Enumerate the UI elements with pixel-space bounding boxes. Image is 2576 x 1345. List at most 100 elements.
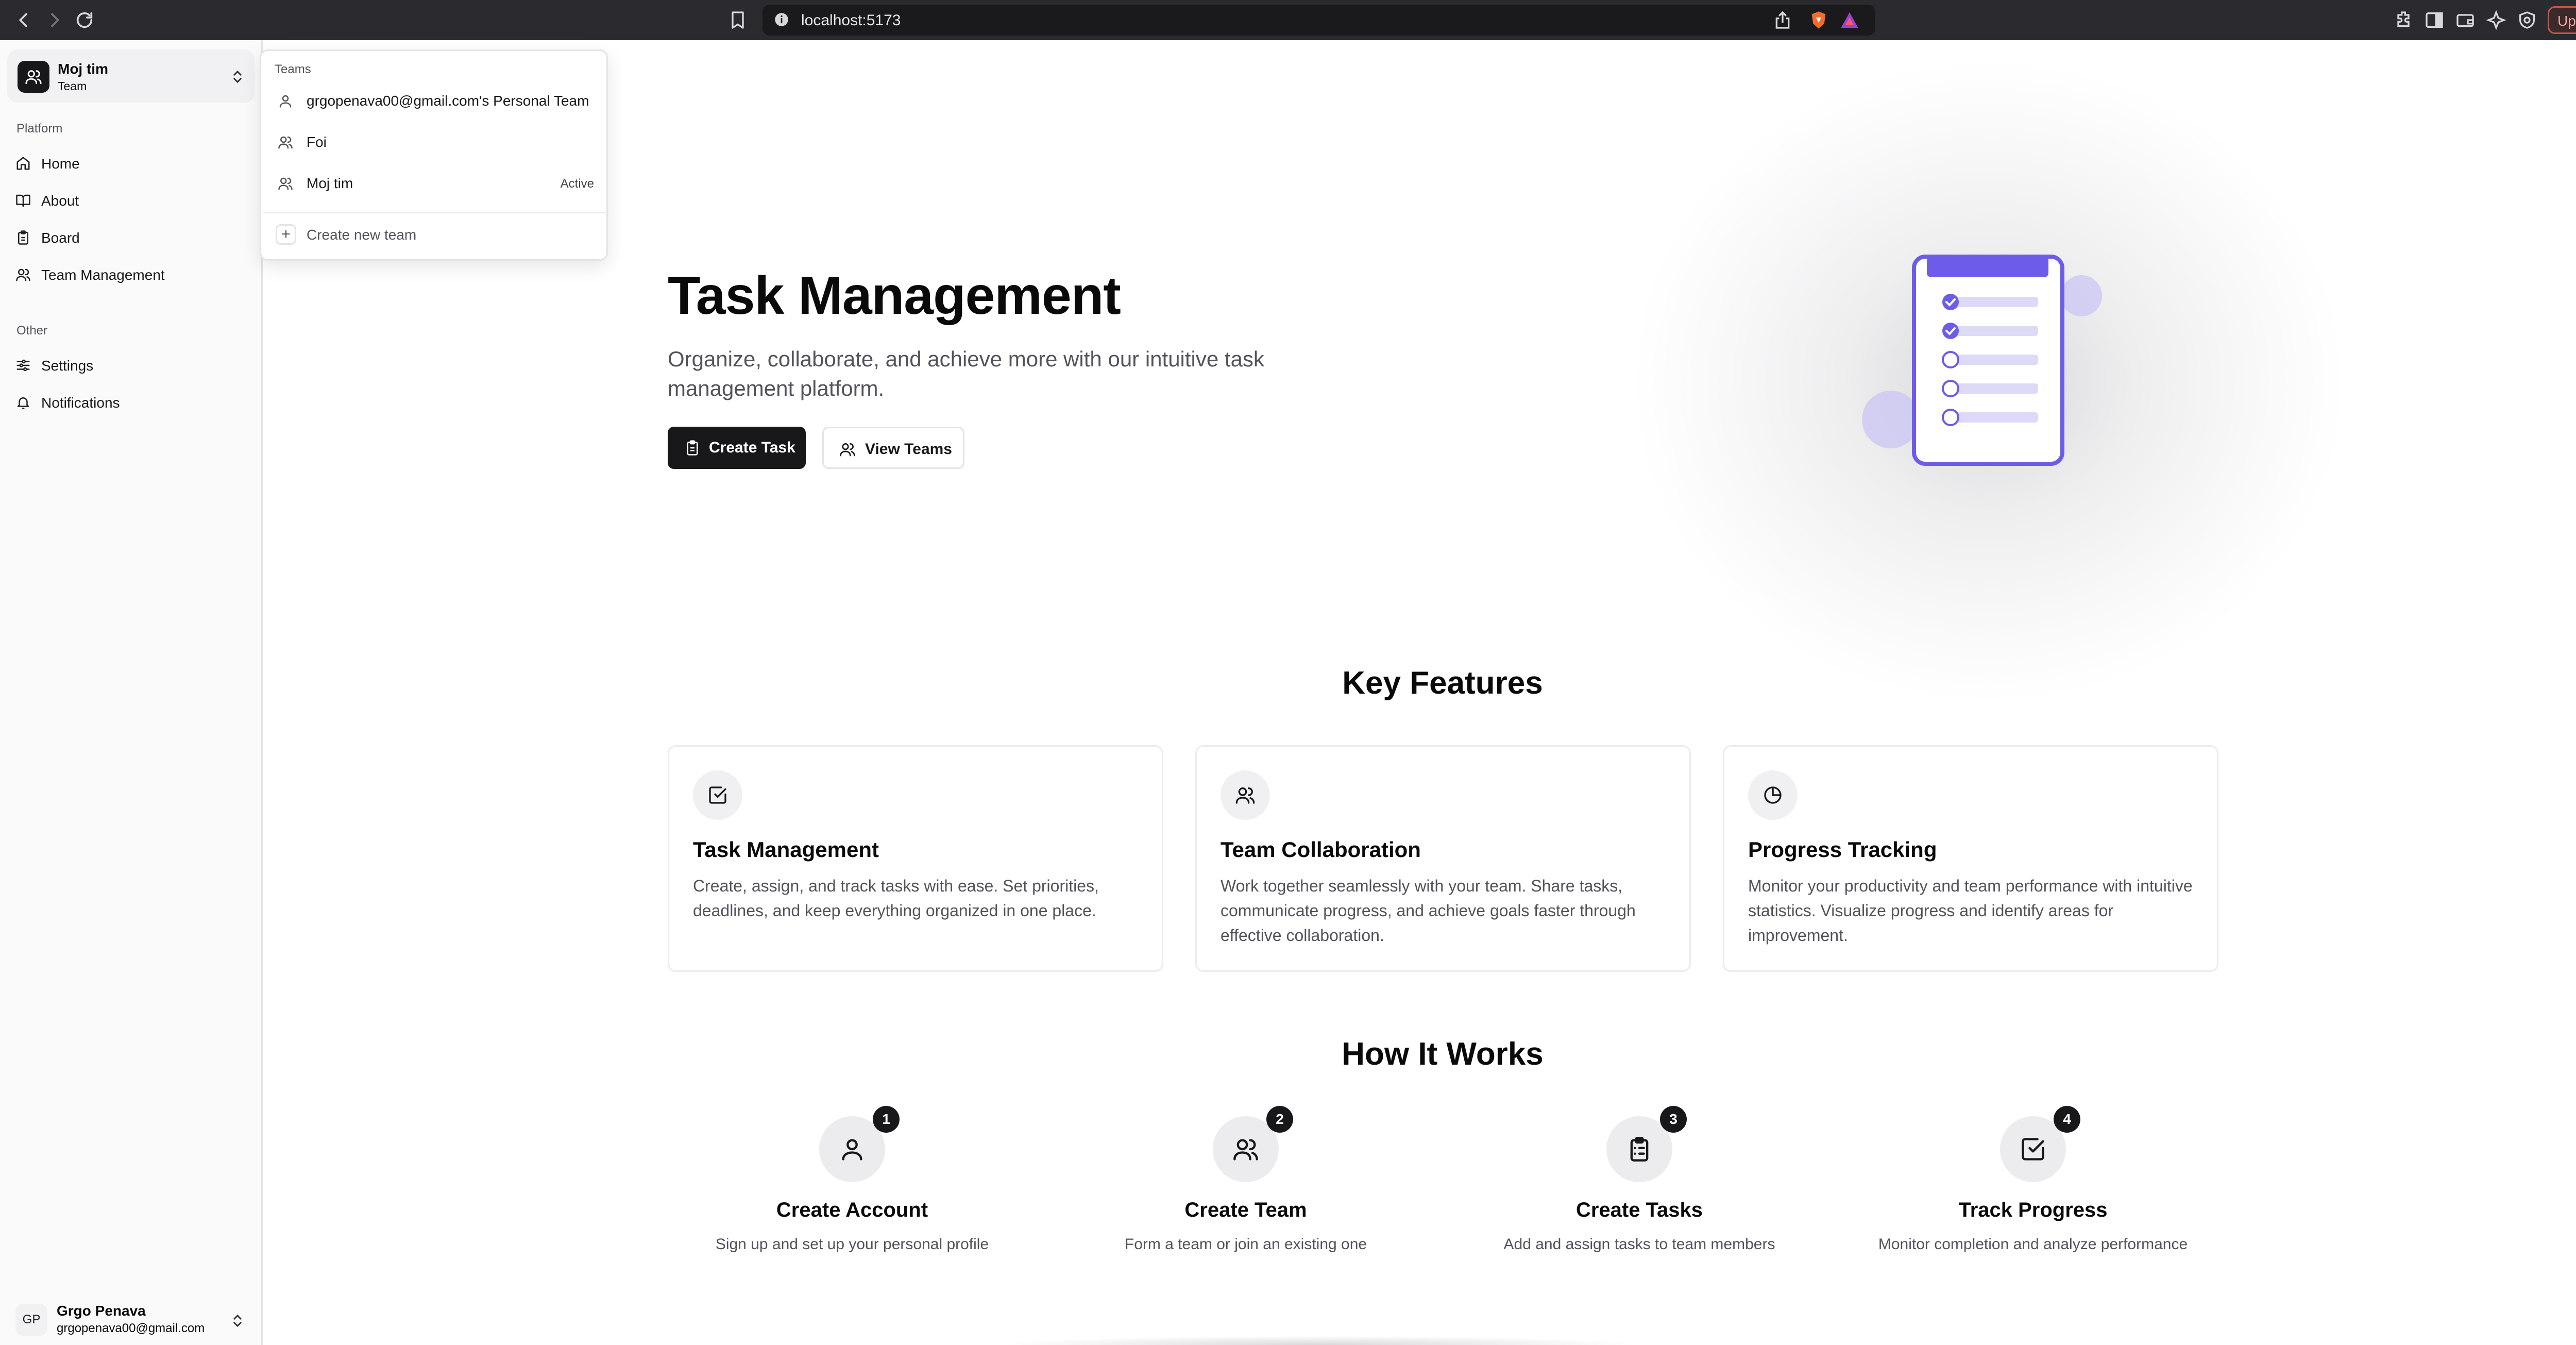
sidebar-item-label: Board [41, 230, 80, 246]
task-checklist-illustration [1862, 255, 2102, 466]
reload-icon[interactable] [74, 10, 95, 30]
bookmark-icon[interactable] [727, 10, 748, 30]
home-icon [15, 156, 31, 171]
pie-chart-icon [1748, 770, 1798, 820]
step-description: Form a team or join an existing one [1124, 1236, 1367, 1253]
sidebar-item-label: Team Management [41, 267, 165, 283]
team-option-label: Foi [307, 134, 327, 150]
check-square-icon [693, 770, 742, 820]
sidebar-toggle-icon[interactable] [2424, 10, 2445, 30]
vpn-shield-icon[interactable] [2517, 10, 2537, 30]
feature-description: Work together seamlessly with your team.… [1221, 877, 1636, 945]
address-bar[interactable]: localhost:5173 [762, 5, 1875, 36]
sidebar-item-notifications[interactable]: Notifications [7, 386, 255, 418]
sidebar-item-label: Settings [41, 358, 94, 374]
how-it-works-title: How It Works [1342, 1036, 1544, 1072]
team-option-moj-tim[interactable]: Moj tim Active [266, 165, 602, 201]
site-info-icon[interactable] [773, 11, 790, 28]
dropdown-label: Teams [275, 62, 311, 76]
sidebar-item-settings[interactable]: Settings [7, 349, 255, 381]
step-create-account: 1 Create Account Sign up and set up your… [646, 1106, 1058, 1260]
team-option-foi[interactable]: Foi [266, 124, 602, 160]
other-group-label: Other [16, 324, 48, 338]
clipboard-icon [684, 440, 701, 456]
step-create-tasks: 3 Create Tasks Add and assign tasks to t… [1433, 1106, 1845, 1260]
bell-icon [15, 395, 31, 410]
back-icon[interactable] [13, 10, 34, 30]
sidebar-item-label: Notifications [41, 395, 120, 411]
sidebar: Moj tim Team Platform Home About Board T… [0, 40, 263, 1345]
update-button[interactable]: Update [2548, 6, 2576, 34]
feature-description: Monitor your productivity and team perfo… [1748, 877, 2193, 945]
sidebar-item-about[interactable]: About [7, 184, 255, 216]
share-icon[interactable] [1772, 10, 1793, 30]
scroll-shadow [999, 1336, 1638, 1345]
sidebar-item-home[interactable]: Home [7, 147, 255, 179]
forward-icon[interactable] [44, 10, 65, 30]
chevrons-up-down-icon [230, 1313, 245, 1329]
brave-rewards-icon[interactable] [1839, 10, 1860, 30]
feature-title: Task Management [693, 837, 879, 862]
feature-title: Progress Tracking [1748, 837, 1937, 862]
sidebar-item-team-management[interactable]: Team Management [7, 259, 255, 291]
user-name: Grgo Penava [57, 1303, 146, 1319]
view-teams-button[interactable]: View Teams [822, 427, 964, 469]
step-track-progress: 4 Track Progress Monitor completion and … [1827, 1106, 2239, 1260]
create-new-team-label: Create new team [307, 227, 417, 243]
step-create-team: 2 Create Team Form a team or join an exi… [1040, 1106, 1452, 1260]
sidebar-item-label: About [41, 193, 79, 209]
wallet-icon[interactable] [2455, 10, 2476, 30]
key-features-title: Key Features [1342, 665, 1543, 701]
team-name: Moj tim [58, 61, 108, 77]
feature-card-team-collaboration: Team Collaboration Work together seamles… [1195, 745, 1691, 972]
hero-description: Organize, collaborate, and achieve more … [668, 347, 1264, 400]
team-option-label: grgopenava00@gmail.com's Personal Team [307, 93, 589, 109]
clipboard-clip [1927, 257, 2048, 277]
active-badge: Active [560, 177, 594, 191]
team-dropdown-menu: Teams grgopenava00@gmail.com's Personal … [260, 49, 608, 261]
user-email: grgopenava00@gmail.com [57, 1321, 205, 1335]
step-title: Track Progress [1958, 1199, 2108, 1221]
feature-card-progress-tracking: Progress Tracking Monitor your productiv… [1723, 745, 2218, 972]
dropdown-divider [263, 212, 608, 213]
plus-icon: + [276, 224, 296, 245]
create-new-team-button[interactable]: + Create new team [266, 217, 602, 253]
users-icon [839, 441, 856, 458]
step-title: Create Tasks [1575, 1199, 1703, 1221]
step-description: Add and assign tasks to team members [1503, 1236, 1775, 1253]
step-number: 1 [873, 1106, 900, 1133]
decor-bubble-right [2061, 275, 2102, 316]
sidebar-item-board[interactable]: Board [7, 222, 255, 254]
step-number: 4 [2054, 1106, 2080, 1133]
team-switcher[interactable]: Moj tim Team [7, 49, 255, 103]
feature-title: Team Collaboration [1221, 837, 1421, 862]
browser-toolbar: localhost:5173 Update [0, 0, 2576, 40]
url-text: localhost:5173 [801, 12, 901, 29]
step-title: Create Account [776, 1199, 928, 1221]
create-task-button[interactable]: Create Task [668, 427, 806, 469]
user-icon [278, 93, 293, 109]
feature-description: Create, assign, and track tasks with eas… [693, 877, 1099, 920]
leo-ai-icon[interactable] [2486, 10, 2506, 30]
step-number: 2 [1266, 1106, 1293, 1133]
team-logo [18, 61, 49, 93]
platform-group-label: Platform [16, 122, 63, 136]
extensions-icon[interactable] [2393, 10, 2414, 30]
team-option-personal[interactable]: grgopenava00@gmail.com's Personal Team [266, 83, 602, 119]
update-label: Update [2557, 13, 2576, 29]
avatar: GP [15, 1304, 47, 1336]
user-menu[interactable]: GP Grgo Penava grgopenava00@gmail.com [7, 1298, 255, 1344]
chevrons-up-down-icon [230, 69, 245, 85]
brave-shield-icon[interactable] [1808, 10, 1829, 30]
users-icon [278, 134, 293, 150]
step-title: Create Team [1184, 1199, 1307, 1221]
clipboard-icon [15, 230, 31, 245]
step-description: Sign up and set up your personal profile [715, 1236, 989, 1253]
team-option-label: Moj tim [307, 175, 353, 191]
book-open-icon [15, 193, 31, 208]
sidebar-item-label: Home [41, 156, 80, 172]
users-icon [15, 267, 31, 282]
create-task-label: Create Task [709, 439, 795, 456]
hero-title: Task Management [668, 266, 1121, 326]
step-description: Monitor completion and analyze performan… [1878, 1236, 2188, 1253]
